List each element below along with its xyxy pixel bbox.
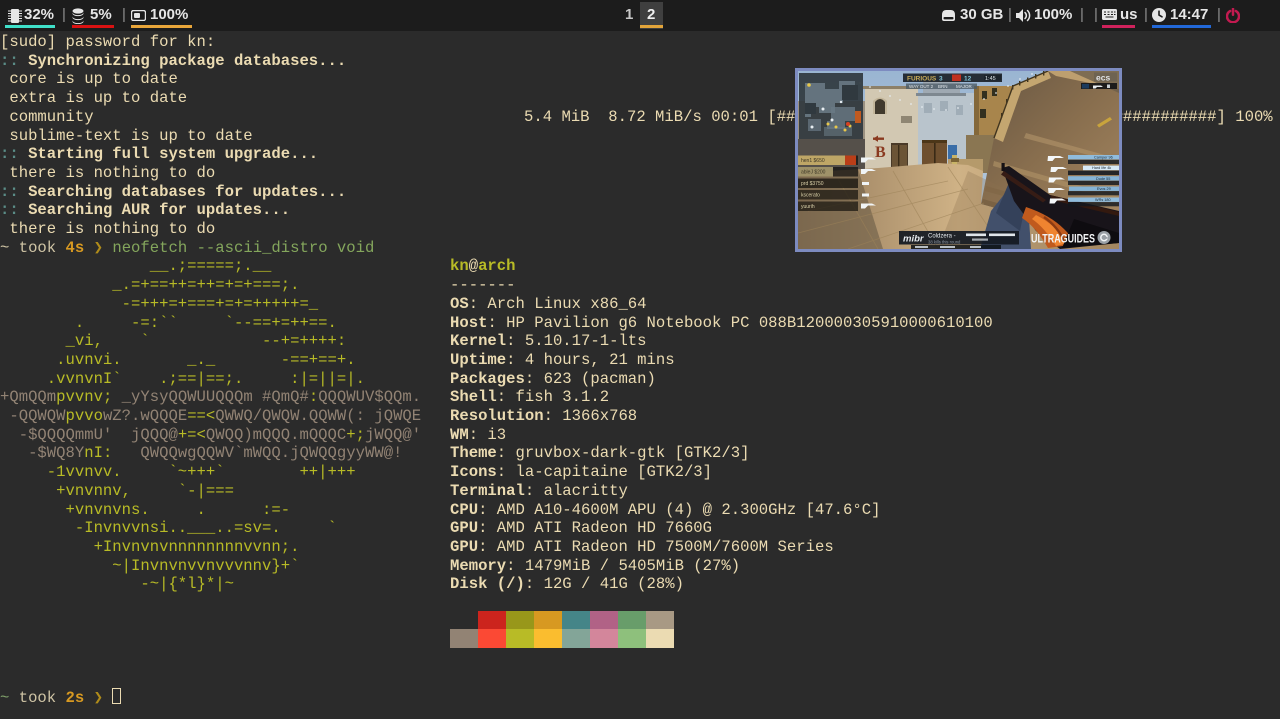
svg-text:prd $3750: prd $3750	[801, 181, 824, 187]
svg-text:38 kills this round: 38 kills this round	[928, 240, 961, 245]
svg-text:1:45: 1:45	[985, 76, 996, 82]
svg-text:Evos 29: Evos 29	[1097, 187, 1111, 191]
svg-text:MAJOR: MAJOR	[956, 84, 973, 89]
svg-text:B: B	[875, 144, 886, 161]
svg-text:mibr: mibr	[903, 234, 925, 245]
svg-text:kscerato: kscerato	[801, 193, 820, 199]
svg-text:hen1 $650: hen1 $650	[801, 158, 825, 164]
svg-text:FURIOUS: FURIOUS	[907, 76, 937, 83]
svg-text:Hard life 4k: Hard life 4k	[1092, 166, 1111, 170]
svg-text:ULTRAGUIDES: ULTRAGUIDES	[1031, 234, 1095, 246]
svg-text:ecs: ecs	[1096, 73, 1110, 83]
svg-text:Dude 55: Dude 55	[1096, 177, 1110, 181]
svg-text:BRN: BRN	[938, 84, 948, 89]
svg-text:3: 3	[939, 76, 943, 83]
svg-text:12: 12	[964, 76, 972, 83]
svg-text:WRs 180: WRs 180	[1095, 198, 1111, 202]
svg-text:yuurih: yuurih	[801, 204, 815, 210]
svg-text:Camper 96: Camper 96	[1094, 156, 1113, 160]
svg-text:WAY OUT 2: WAY OUT 2	[909, 84, 934, 89]
svg-text:ableJ $200: ableJ $200	[801, 170, 826, 176]
